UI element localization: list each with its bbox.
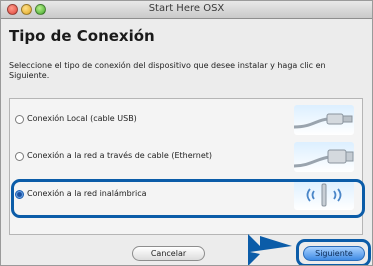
- next-button-highlight: [296, 239, 371, 265]
- option-ethernet[interactable]: Conexión a la red a través de cable (Eth…: [10, 140, 362, 174]
- ethernet-cable-icon: [294, 142, 354, 172]
- usb-cable-icon: [294, 105, 354, 135]
- radio-ethernet[interactable]: [15, 152, 24, 161]
- option-ethernet-label[interactable]: Conexión a la red a través de cable (Eth…: [27, 151, 212, 160]
- wireless-option-highlight: [11, 179, 365, 218]
- page-title: Tipo de Conexión: [9, 27, 155, 45]
- radio-usb[interactable]: [15, 115, 24, 124]
- pointer-arrow-icon: [248, 234, 292, 265]
- option-usb-label[interactable]: Conexión Local (cable USB): [27, 114, 137, 123]
- installer-window: Start Here OSX Tipo de Conexión Seleccio…: [0, 0, 373, 266]
- title-bar[interactable]: Start Here OSX: [1, 1, 372, 19]
- option-usb[interactable]: Conexión Local (cable USB): [10, 103, 362, 137]
- cancel-button[interactable]: Cancelar: [132, 246, 205, 261]
- window-title: Start Here OSX: [148, 3, 225, 14]
- instructions-text: Seleccione el tipo de conexión del dispo…: [9, 61, 326, 80]
